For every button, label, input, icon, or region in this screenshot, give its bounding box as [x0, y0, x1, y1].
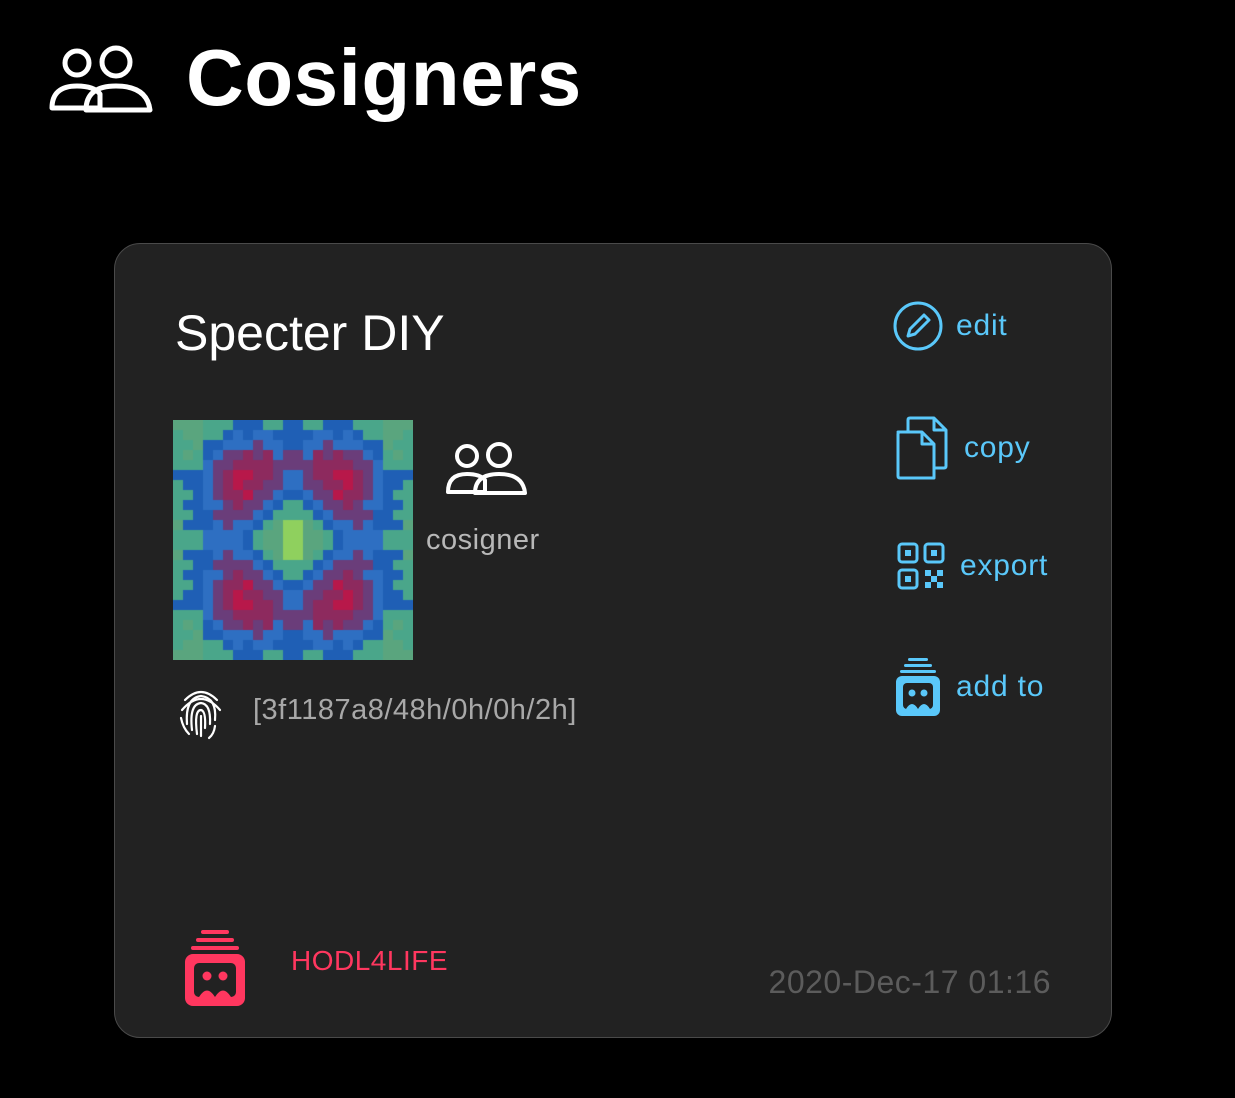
cosigner-card[interactable]: Specter DIY cosigner [3f1187a8/48h/0h/0h… — [114, 243, 1112, 1038]
page-title: Cosigners — [186, 33, 582, 122]
copy-button[interactable]: copy — [894, 414, 1031, 482]
export-label: export — [960, 549, 1049, 582]
cosigner-identicon — [173, 420, 413, 660]
qr-code-icon — [897, 542, 945, 590]
edit-button[interactable]: edit — [892, 300, 1008, 352]
wallet-link[interactable]: HODL4LIFE — [183, 928, 448, 1008]
export-button[interactable]: export — [896, 541, 1048, 591]
page-header: Cosigners — [48, 28, 582, 128]
wallet-name: HODL4LIFE — [291, 945, 448, 976]
fingerprint-path: [3f1187a8/48h/0h/0h/2h] — [253, 694, 577, 726]
cosigner-type-label: cosigner — [426, 524, 540, 556]
people-icon — [49, 45, 153, 113]
cosigner-type-icon — [446, 442, 527, 495]
fingerprint-icon — [179, 690, 222, 740]
timestamp: 2020-Dec-17 01:16 — [768, 964, 1051, 1000]
cosigner-name: Specter DIY — [175, 305, 445, 361]
copy-documents-icon — [896, 416, 948, 480]
copy-label: copy — [964, 431, 1031, 464]
vault-icon — [896, 658, 940, 716]
pencil-circle-icon — [893, 301, 943, 351]
add-to-wallet-button[interactable]: add to — [894, 656, 1044, 718]
add-to-label: add to — [956, 670, 1045, 703]
edit-label: edit — [956, 309, 1008, 342]
vault-icon — [185, 930, 245, 1006]
